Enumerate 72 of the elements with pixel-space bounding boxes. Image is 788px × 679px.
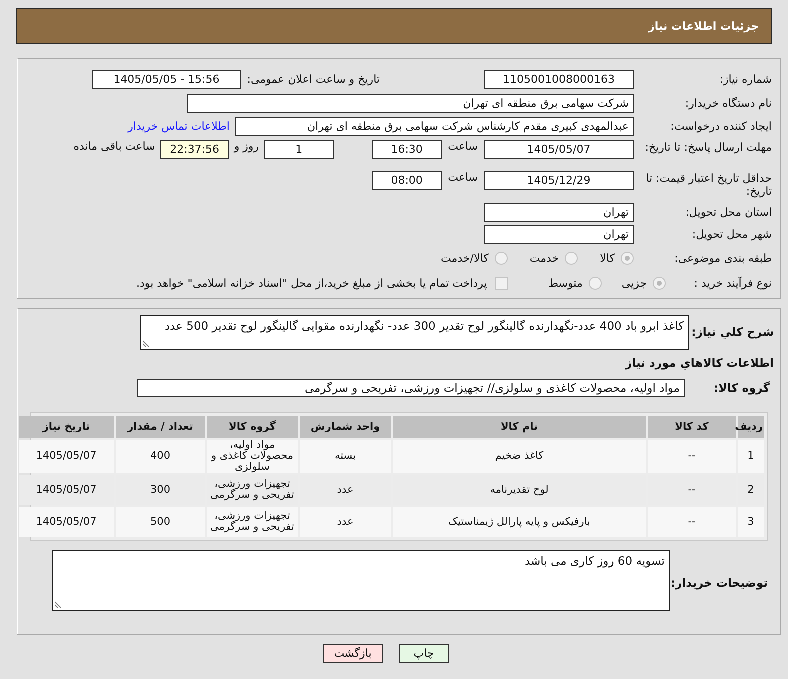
table-header-cell: ردیف [738, 416, 764, 438]
table-cell: بسته [300, 440, 391, 473]
table-cell: تجهیزات ورزشی، تفریحی و سرگرمی [207, 507, 298, 537]
field-label: نام دستگاه خریدار: [684, 96, 773, 110]
table-cell: بارفیکس و پایه پارالل ژیمناستیک [393, 507, 646, 537]
table-header-cell: واحد شمارش [300, 416, 391, 438]
need-number-field: 1105001008000163 [484, 70, 634, 89]
checkbox[interactable] [495, 277, 508, 290]
table-cell: 1405/05/07 [19, 440, 114, 473]
field-label: شهر محل تحویل: [691, 228, 773, 241]
table-cell: کاغذ ضخیم [393, 440, 646, 473]
time-label: ساعت [448, 140, 478, 153]
remaining-time-field: 22:37:56 [160, 140, 230, 159]
field-label: گروه کالا: [713, 381, 771, 395]
date-field: 1405/12/29 [484, 171, 634, 190]
field-label: طبقه بندی موضوعی: [674, 252, 773, 265]
radio-label: متوسط [548, 277, 583, 290]
back-button[interactable]: بازگشت [323, 644, 383, 663]
field-label: استان محل تحویل: [684, 206, 773, 219]
radio-button[interactable] [653, 277, 666, 290]
time-field: 16:30 [372, 140, 442, 159]
table-cell: 3 [738, 507, 764, 537]
table-header-cell: تعداد / مقدار [116, 416, 205, 438]
page-title: جزئیات اطلاعات نیاز [648, 20, 759, 32]
table-cell: عدد [300, 507, 391, 537]
table-cell: -- [648, 440, 736, 473]
table-cell: 500 [116, 507, 205, 537]
radio-label: کالا/خدمت [441, 252, 489, 265]
field-label: شماره نیاز: [718, 73, 773, 86]
province-field: تهران [484, 203, 634, 222]
remaining-time-label: ساعت باقی مانده [74, 140, 156, 153]
field-label: حداقل تاریخ اعتبار قیمت: تا تاریخ: [645, 171, 773, 198]
table-header-cell: گروه کالا [207, 416, 298, 438]
buyer-org-field: شرکت سهامی برق منطقه ای تهران [187, 94, 634, 112]
field-label: تاریخ و ساعت اعلان عمومی: [247, 73, 380, 86]
field-label: مهلت ارسال پاسخ: تا تاریخ: [644, 140, 773, 154]
days-field: 1 [264, 140, 334, 159]
contact-link[interactable]: اطلاعات تماس خریدار [128, 120, 230, 132]
resize-grip-icon[interactable] [55, 600, 63, 608]
radio-label: خدمت [530, 252, 560, 265]
days-label: روز و [234, 140, 260, 153]
field-label: نوع فرآیند خرید : [693, 277, 773, 290]
table-cell: -- [648, 507, 736, 537]
section-title: اطلاعات کالاهاي مورد نياز [626, 356, 775, 370]
buyer-notes-field: تسویه 60 روز کاری می باشد [52, 550, 670, 611]
checkbox-label: پرداخت تمام یا بخشی از مبلغ خرید،از محل "اسناد خزانه اسلامی" خواهد بود. [136, 277, 488, 290]
table-cell: 1405/05/07 [19, 507, 114, 537]
field-label: شرح کلي نياز: [690, 324, 775, 339]
date-field: 1405/05/07 [484, 140, 634, 159]
description-field: کاغذ ابرو باد 400 عدد-نگهدارنده گالینگور لوح تقدیر 300 عدد- نگهدارنده مقوایی گالینگور لوح تقدیر 500 عدد [140, 315, 689, 350]
radio-label: جزیی [622, 277, 647, 290]
field-label: توضیحات خریدار: [670, 575, 769, 590]
table-cell: 1 [738, 440, 764, 473]
field-label: ایجاد کننده درخواست: [670, 120, 773, 132]
table-cell: 400 [116, 440, 205, 473]
resize-grip-icon[interactable] [143, 339, 151, 347]
time-field: 08:00 [372, 171, 442, 190]
announce-date-field: 1405/05/05 - 15:56 [92, 70, 242, 89]
radio-button[interactable] [565, 252, 578, 265]
radio-button[interactable] [588, 277, 602, 290]
city-field: تهران [484, 225, 634, 244]
table-cell: مواد اولیه، محصولات کاغذی و سلولزی [207, 440, 298, 473]
requester-field: عبدالمهدی کبیری مقدم کارشناس شرکت سهامی برق منطقه ای تهران [235, 116, 634, 136]
table-header-cell: کد کالا [648, 416, 736, 438]
time-label: ساعت [448, 171, 478, 184]
table-header-cell: نام کالا [393, 416, 646, 438]
print-button[interactable]: چاپ [399, 644, 449, 663]
goods-group-field: مواد اولیه، محصولات کاغذی و سلولزی// تجهیزات ورزشی، تفریحی و سرگرمی [137, 379, 685, 397]
radio-button[interactable] [621, 252, 634, 265]
radio-label: کالا [600, 252, 615, 265]
table-header-cell: تاریخ نیاز [19, 416, 114, 438]
radio-button[interactable] [494, 252, 508, 265]
